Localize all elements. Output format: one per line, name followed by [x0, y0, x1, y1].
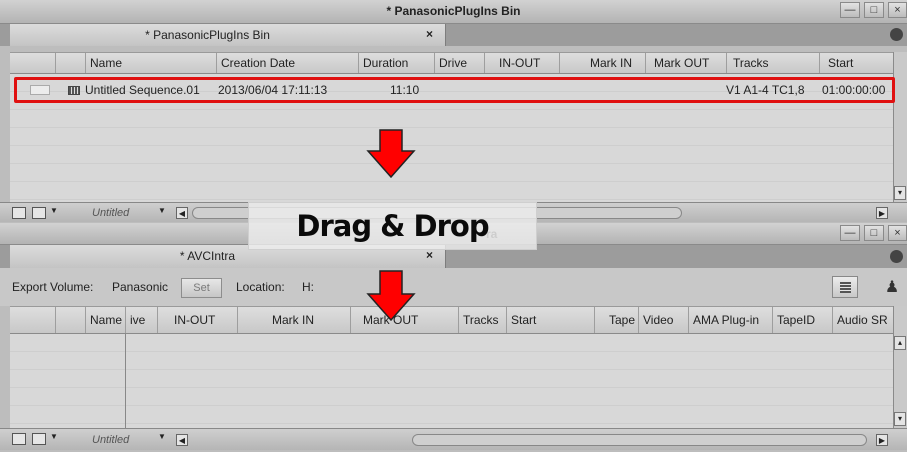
top-column-header: Name Creation Date Duration Drive IN-OUT… [10, 52, 893, 74]
column-blank-2 [55, 53, 85, 73]
column-drive-b[interactable]: ive [125, 307, 157, 333]
top-window-titlebar: * PanasonicPlugIns Bin — □ × [0, 0, 907, 24]
close-button-2[interactable]: × [888, 225, 907, 241]
column-blank-b2 [55, 307, 85, 333]
column-divider [125, 334, 126, 428]
top-vertical-scrollbar[interactable] [893, 52, 907, 202]
tab-label-avcintra: * AVCIntra [179, 249, 236, 263]
text-view-icon-2[interactable] [32, 433, 46, 445]
column-video-b[interactable]: Video [638, 307, 688, 333]
bin-menu-icon[interactable] [890, 28, 903, 41]
scroll-up-arrow-icon[interactable]: ▴ [894, 336, 906, 350]
location-label: Location: [236, 280, 285, 294]
tab-close-icon[interactable]: × [426, 27, 433, 41]
scroll-down-arrow-icon[interactable]: ▾ [894, 186, 906, 200]
person-icon[interactable]: ♟ [880, 276, 904, 300]
location-value: H: [302, 280, 314, 294]
column-blank-1 [10, 53, 55, 73]
drag-drop-banner: Drag & Drop [248, 202, 537, 250]
close-button[interactable]: × [888, 2, 907, 18]
column-name[interactable]: Name [85, 53, 216, 73]
column-mark-out[interactable]: Mark OUT [645, 53, 726, 73]
view-menu-icon-2[interactable]: ▼ [50, 432, 58, 441]
bottom-vertical-scrollbar[interactable] [893, 306, 907, 428]
export-volume-label: Export Volume: [12, 280, 94, 294]
bin-menu-icon-2[interactable] [890, 250, 903, 263]
tab-label: * PanasonicPlugIns Bin [145, 28, 270, 42]
column-start-b[interactable]: Start [506, 307, 594, 333]
tab-panasonic-plugins-bin[interactable]: * PanasonicPlugIns Bin × [10, 24, 446, 46]
column-in-out-b[interactable]: IN-OUT [157, 307, 237, 333]
scroll-right-icon-2[interactable]: ▶ [876, 434, 888, 446]
column-blank-b1 [10, 307, 55, 333]
maximize-button[interactable]: □ [864, 2, 884, 18]
column-mark-in[interactable]: Mark IN [559, 53, 645, 73]
export-toolbar: Export Volume: Panasonic Set Location: H… [0, 268, 907, 306]
column-tracks-b[interactable]: Tracks [458, 307, 506, 333]
frame-view-icon-2[interactable] [12, 433, 26, 445]
bin-view-dropdown-icon[interactable]: ▼ [158, 206, 166, 215]
column-in-out[interactable]: IN-OUT [484, 53, 559, 73]
column-tapeid-b[interactable]: TapeID [772, 307, 832, 333]
list-view-icon[interactable] [832, 276, 858, 298]
frame-view-icon[interactable] [12, 207, 26, 219]
scroll-left-icon[interactable]: ◀ [176, 207, 188, 219]
bin-view-dropdown-icon-2[interactable]: ▼ [158, 432, 166, 441]
bottom-column-header: Name ive IN-OUT Mark IN Mark OUT Tracks … [10, 306, 893, 334]
bin-view-name-2[interactable]: Untitled [92, 434, 129, 446]
down-arrow-icon-2 [366, 270, 416, 322]
top-window-title: * PanasonicPlugIns Bin [386, 4, 521, 18]
text-view-icon[interactable] [32, 207, 46, 219]
column-tape-b[interactable]: Tape [594, 307, 638, 333]
bottom-bin-content [10, 334, 893, 428]
scroll-left-icon-2[interactable]: ◀ [176, 434, 188, 446]
column-drive[interactable]: Drive [434, 53, 484, 73]
column-audio-sr-b[interactable]: Audio SR [832, 307, 893, 333]
column-duration[interactable]: Duration [358, 53, 434, 73]
column-name-b[interactable]: Name [85, 307, 125, 333]
column-mark-in-b[interactable]: Mark IN [237, 307, 350, 333]
scroll-down-arrow-icon-2[interactable]: ▾ [894, 412, 906, 426]
column-tracks[interactable]: Tracks [726, 53, 819, 73]
column-creation-date[interactable]: Creation Date [216, 53, 358, 73]
column-start[interactable]: Start [819, 53, 893, 73]
maximize-button-2[interactable]: □ [864, 225, 884, 241]
scroll-right-icon[interactable]: ▶ [876, 207, 888, 219]
horizontal-scrollbar-2[interactable] [412, 434, 867, 446]
view-menu-icon[interactable]: ▼ [50, 206, 58, 215]
set-button[interactable]: Set [181, 278, 222, 298]
export-volume-value: Panasonic [112, 280, 169, 294]
minimize-button[interactable]: — [840, 2, 860, 18]
bin-view-name[interactable]: Untitled [92, 207, 129, 219]
selection-highlight-box [14, 77, 895, 103]
top-tab-row: * PanasonicPlugIns Bin × [0, 24, 907, 46]
column-ama-plugin-b[interactable]: AMA Plug-in [688, 307, 772, 333]
bottom-bin-toolbar: ▼ Untitled ▼ ◀ ▶ [0, 428, 907, 450]
tab-close-icon-2[interactable]: × [426, 248, 433, 262]
down-arrow-icon [366, 129, 416, 179]
minimize-button-2[interactable]: — [840, 225, 860, 241]
